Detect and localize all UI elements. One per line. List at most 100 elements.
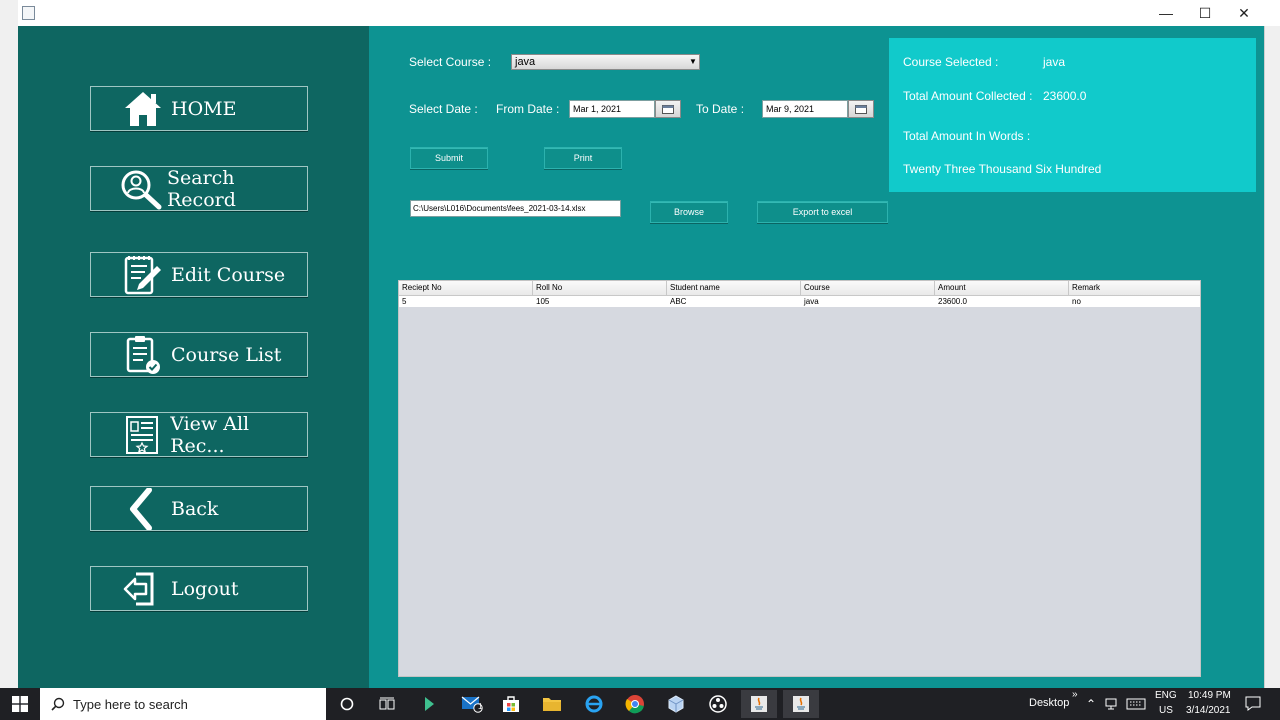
- certificate-icon: [121, 415, 164, 455]
- export-excel-button[interactable]: Export to excel: [757, 201, 888, 223]
- sidebar-item-label: Search Record: [167, 166, 236, 211]
- course-selected-label: Course Selected :: [903, 55, 999, 69]
- sidebar-item-view-all-records[interactable]: View All Rec...: [90, 412, 308, 457]
- windows-start-button[interactable]: [2, 690, 38, 718]
- total-collected-label: Total Amount Collected :: [903, 89, 1033, 103]
- taskbar-app-explorer[interactable]: [534, 690, 570, 718]
- browse-button[interactable]: Browse: [650, 201, 728, 223]
- table-cell: 105: [536, 297, 550, 306]
- edit-document-icon: [121, 255, 165, 295]
- java-app-icon: [22, 6, 35, 20]
- course-selected-value: java: [1043, 55, 1066, 69]
- table-header: Reciept No Roll No Student name Course A…: [399, 281, 1200, 296]
- sidebar-item-label: Course List: [171, 343, 282, 366]
- java-icon: [751, 696, 767, 712]
- chrome-icon: [625, 695, 644, 714]
- taskbar-app-virtualbox[interactable]: [658, 690, 694, 718]
- java-icon: [793, 696, 809, 712]
- folder-icon: [543, 698, 561, 711]
- taskbar-app-java-2[interactable]: [783, 690, 819, 718]
- print-button[interactable]: Print: [544, 147, 622, 169]
- total-collected-value: 23600.0: [1043, 89, 1087, 103]
- dropdown-arrow-icon: ▼: [689, 57, 697, 66]
- total-words-label: Total Amount In Words :: [903, 129, 1031, 143]
- background-window-strip: [1264, 26, 1280, 688]
- toolbar-chevron[interactable]: »: [1072, 689, 1078, 700]
- cortana-icon: [340, 697, 354, 711]
- search-icon: [51, 697, 65, 714]
- notification-icon[interactable]: [1245, 696, 1261, 716]
- column-header[interactable]: Student name: [667, 281, 801, 295]
- keyboard-icon[interactable]: [1126, 697, 1146, 715]
- mail-badge: 1: [478, 702, 483, 711]
- sidebar-item-logout[interactable]: Logout: [90, 566, 308, 611]
- table-row[interactable]: 5 105 ABC java 23600.0 no: [399, 296, 1200, 307]
- column-header[interactable]: Roll No: [533, 281, 667, 295]
- taskbar-app-chrome[interactable]: [617, 690, 653, 718]
- submit-button[interactable]: Submit: [410, 147, 488, 169]
- taskbar-app-dev[interactable]: [411, 690, 447, 718]
- taskbar-app-java-1[interactable]: [741, 690, 777, 718]
- sidebar-item-home[interactable]: HOME: [90, 86, 308, 131]
- taskbar-app-store[interactable]: [493, 690, 529, 718]
- taskbar-app-obs[interactable]: [700, 690, 736, 718]
- sidebar-item-label: HOME: [171, 97, 237, 120]
- taskbar-app-mail[interactable]: 1: [454, 690, 490, 718]
- to-date-field[interactable]: Mar 9, 2021: [762, 100, 848, 118]
- network-icon[interactable]: [1104, 697, 1118, 715]
- taskbar-app-edge[interactable]: [576, 690, 612, 718]
- column-header[interactable]: Remark: [1069, 281, 1200, 295]
- records-table[interactable]: Reciept No Roll No Student name Course A…: [398, 280, 1201, 677]
- table-cell: 23600.0: [938, 297, 967, 306]
- sidebar-item-course-list[interactable]: Course List: [90, 332, 308, 377]
- sidebar-item-back[interactable]: Back: [90, 486, 308, 531]
- task-view-icon: [379, 697, 395, 710]
- sidebar-item-label: Logout: [171, 577, 239, 600]
- tray-expand-icon[interactable]: ⌃: [1086, 697, 1096, 711]
- task-view-button[interactable]: [369, 690, 405, 718]
- search-placeholder: Type here to search: [73, 696, 188, 712]
- sidebar-item-search-record[interactable]: Search Record: [90, 166, 308, 211]
- home-icon: [121, 89, 165, 129]
- desktop-toolbar-label[interactable]: Desktop: [1029, 697, 1069, 709]
- language-indicator[interactable]: ENG: [1155, 690, 1177, 701]
- search-user-icon: [119, 169, 163, 209]
- table-cell: 5: [402, 297, 407, 306]
- select-course-label: Select Course :: [409, 55, 492, 69]
- column-header[interactable]: Course: [801, 281, 935, 295]
- region-indicator[interactable]: US: [1159, 705, 1173, 716]
- sidebar-item-label: Edit Course: [171, 263, 286, 286]
- calendar-icon: [855, 104, 867, 114]
- sidebar-item-label: Back: [171, 497, 219, 520]
- course-dropdown[interactable]: java ▼: [511, 54, 700, 70]
- taskbar-search-box[interactable]: Type here to search: [40, 688, 326, 720]
- maximize-button[interactable]: ☐: [1185, 0, 1225, 26]
- from-date-label: From Date :: [496, 102, 560, 116]
- column-header[interactable]: Amount: [935, 281, 1069, 295]
- sidebar-item-label: View All Rec...: [170, 412, 250, 457]
- sidebar-item-edit-course[interactable]: Edit Course: [90, 252, 308, 297]
- internet-explorer-icon: [585, 695, 603, 713]
- calendar-icon: [662, 104, 674, 114]
- background-window-strip: [0, 0, 19, 688]
- cube-icon: [668, 695, 684, 713]
- chevron-left-icon: [121, 487, 165, 530]
- table-cell: ABC: [670, 297, 687, 306]
- from-date-field[interactable]: Mar 1, 2021: [569, 100, 655, 118]
- store-icon: [503, 696, 519, 712]
- clipboard-check-icon: [121, 335, 165, 375]
- clock-time[interactable]: 10:49 PM: [1188, 690, 1231, 701]
- cortana-button[interactable]: [329, 690, 365, 718]
- export-path-input[interactable]: C:\Users\L016\Documents\fees_2021-03-14.…: [410, 200, 621, 217]
- course-dropdown-value: java: [515, 56, 536, 68]
- select-date-label: Select Date :: [409, 102, 478, 116]
- clock-date[interactable]: 3/14/2021: [1186, 705, 1231, 716]
- dev-tool-icon: [425, 697, 434, 711]
- to-date-calendar-button[interactable]: [848, 100, 874, 118]
- table-cell: java: [804, 297, 819, 306]
- from-date-calendar-button[interactable]: [655, 100, 681, 118]
- minimize-button[interactable]: —: [1146, 0, 1186, 26]
- column-header[interactable]: Reciept No: [399, 281, 533, 295]
- close-button[interactable]: ✕: [1224, 0, 1264, 26]
- table-cell: no: [1072, 297, 1081, 306]
